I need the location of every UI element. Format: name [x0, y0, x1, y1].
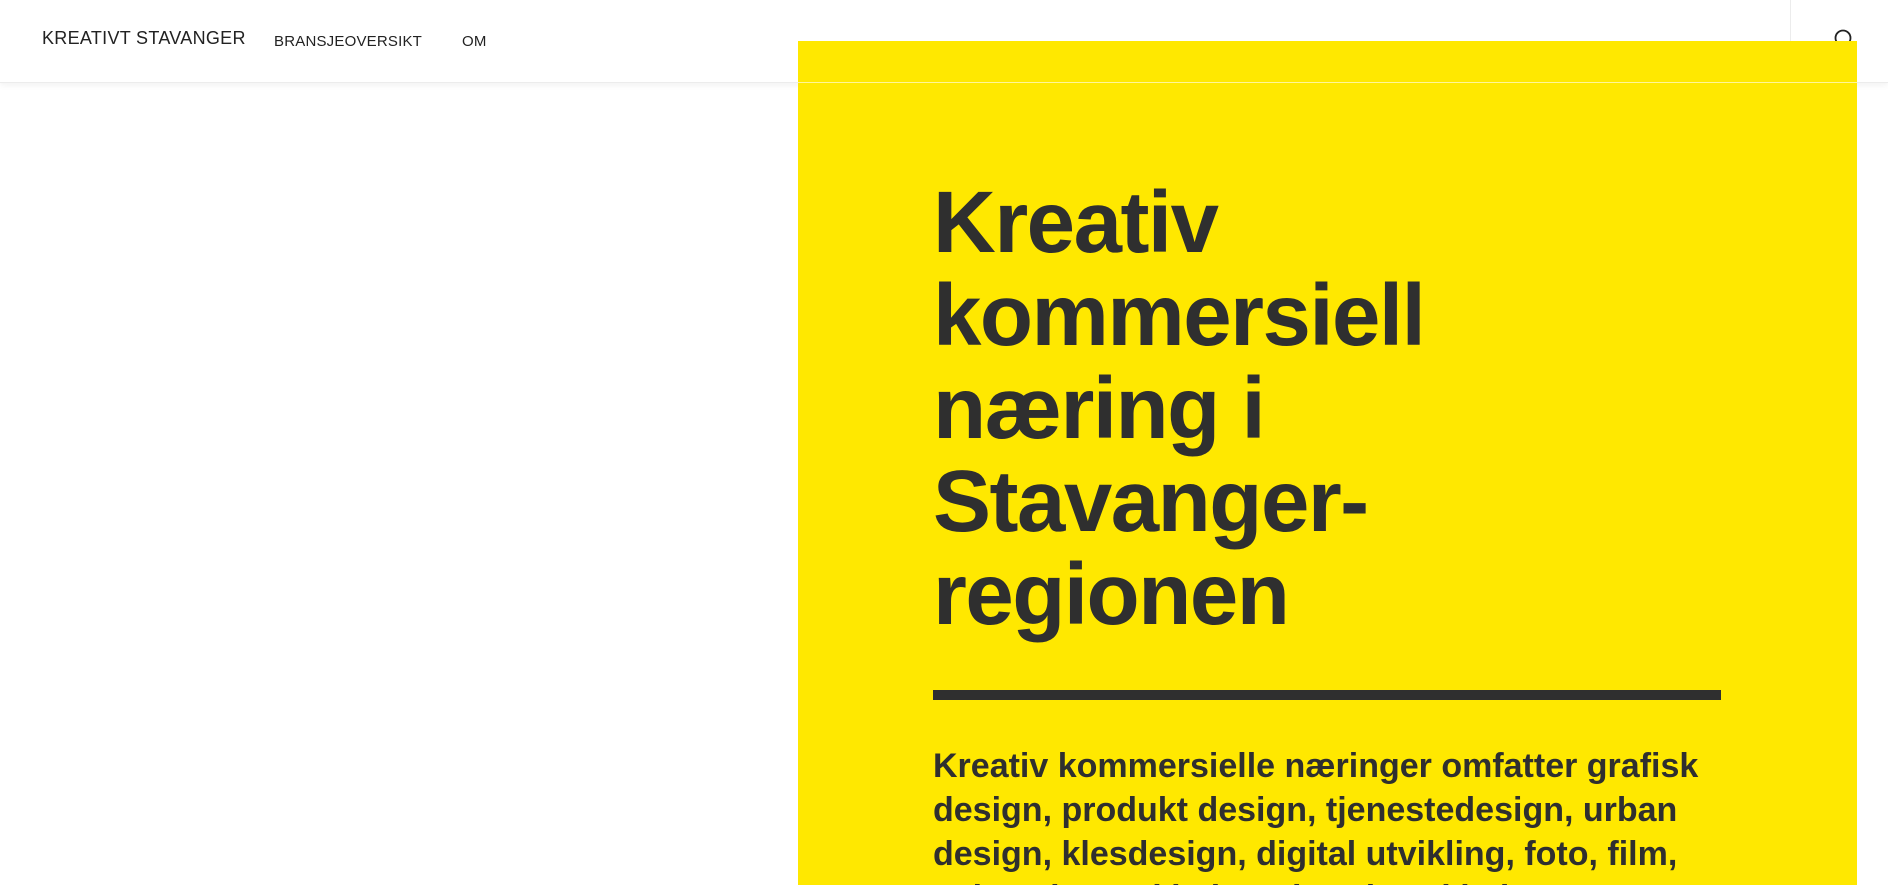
main-nav: BRANSJEOVERSIKT OM	[274, 33, 487, 50]
hero-divider	[933, 690, 1721, 700]
site-logo-link[interactable]: KREATIVT STAVANGER	[42, 28, 246, 49]
hero-lead-text: Kreativ kommersielle næringer omfatter g…	[933, 747, 1699, 885]
nav-item-om[interactable]: OM	[462, 33, 487, 50]
nav-item-bransjeoversikt[interactable]: BRANSJEOVERSIKT	[274, 33, 422, 50]
header-divider	[798, 82, 1857, 83]
hero-title: Kreativ kommersiell næring i Stavanger-r…	[933, 174, 1426, 643]
page: KREATIVT STAVANGER BRANSJEOVERSIKT OM Kr…	[0, 0, 1888, 885]
hero-panel: Kreativ kommersiell næring i Stavanger-r…	[798, 41, 1857, 885]
